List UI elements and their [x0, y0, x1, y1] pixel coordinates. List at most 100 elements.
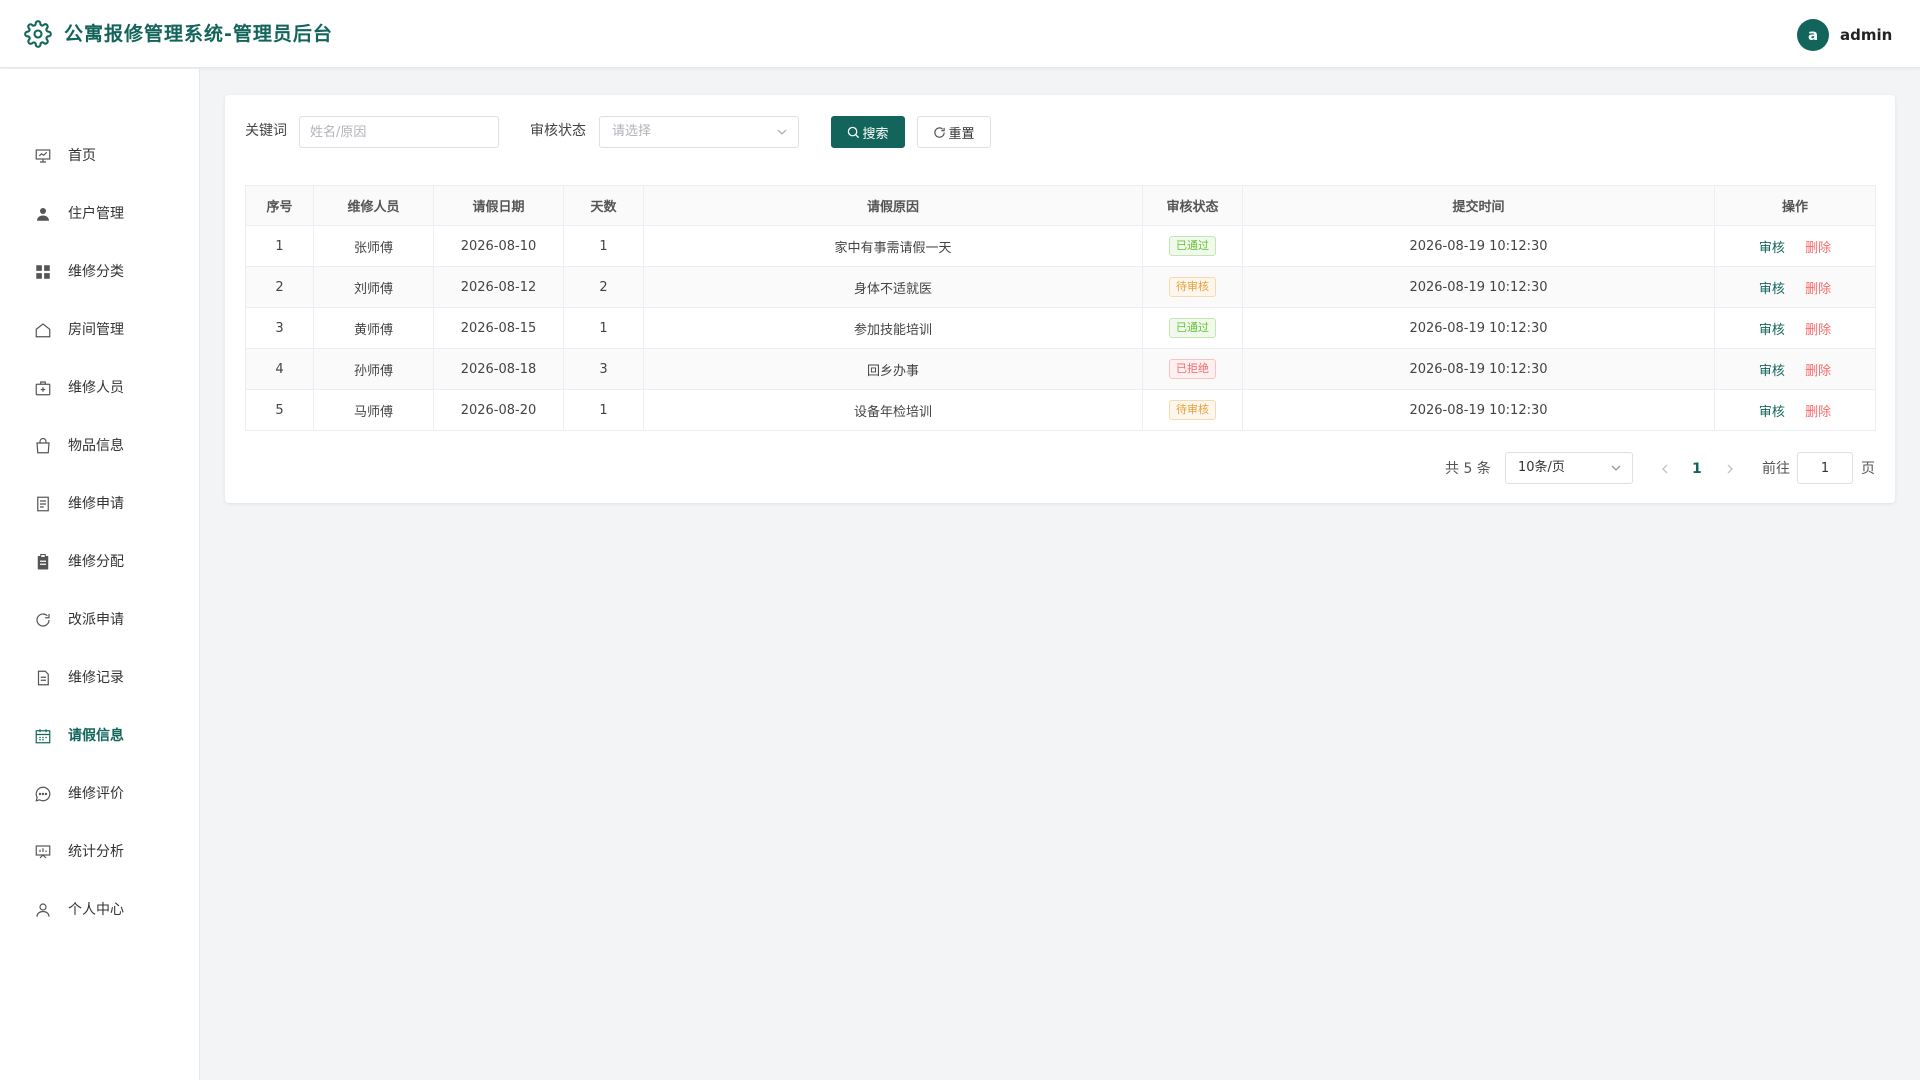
reset-button[interactable]: 重置 — [917, 116, 991, 148]
column-header: 请假原因 — [643, 185, 1143, 226]
page-suffix: 页 — [1861, 461, 1875, 477]
sidebar-item-statistics[interactable]: 统计分析 — [0, 823, 199, 881]
sidebar-item-repair-staff[interactable]: 维修人员 — [0, 359, 199, 417]
user-filled-icon — [37, 208, 49, 221]
sidebar-item-repair-records[interactable]: 维修记录 — [0, 649, 199, 707]
sidebar-item-label: 改派申请 — [68, 612, 124, 628]
cell-index: 1 — [245, 225, 314, 267]
refresh-icon — [36, 613, 50, 627]
cell-staff: 孙师傅 — [313, 348, 434, 390]
cell-days: 1 — [563, 225, 644, 267]
sidebar-item-label: 物品信息 — [68, 438, 124, 454]
sidebar-item-rooms[interactable]: 房间管理 — [0, 301, 199, 359]
audit-link[interactable]: 审核 — [1759, 241, 1785, 256]
top-bar: 公寓报修管理系统-管理员后台 a admin — [0, 0, 1920, 68]
refresh-icon — [934, 126, 946, 138]
cell-actions: 审核 删除 — [1714, 266, 1876, 308]
sidebar-item-label: 维修分配 — [68, 554, 124, 570]
table-row: 2 刘师傅 2026-08-12 2 身体不适就医 待审核 2026-08-19… — [245, 266, 1876, 308]
status-badge: 已通过 — [1169, 236, 1216, 256]
sidebar-item-reassign-request[interactable]: 改派申请 — [0, 591, 199, 649]
sidebar-item-repair-assign[interactable]: 维修分配 — [0, 533, 199, 591]
sidebar-item-residents[interactable]: 住户管理 — [0, 185, 199, 243]
keyword-input[interactable] — [299, 116, 499, 148]
cell-status: 已通过 — [1142, 225, 1243, 267]
sidebar-item-home[interactable]: 首页 — [0, 127, 199, 185]
cell-days: 3 — [563, 348, 644, 390]
chevron-right-icon[interactable] — [1723, 459, 1737, 479]
audit-link[interactable]: 审核 — [1759, 364, 1785, 379]
table-row: 3 黄师傅 2026-08-15 1 参加技能培训 已通过 2026-08-19… — [245, 307, 1876, 349]
column-header: 序号 — [245, 185, 314, 226]
cell-status: 待审核 — [1142, 266, 1243, 308]
chart-board-icon — [35, 845, 51, 859]
sidebar-item-label: 维修分类 — [68, 264, 124, 280]
delete-link[interactable]: 删除 — [1805, 241, 1831, 256]
goto-page-input[interactable] — [1797, 452, 1853, 484]
cell-index: 4 — [245, 348, 314, 390]
sidebar-item-label: 住户管理 — [68, 206, 124, 222]
leave-table: 序号 维修人员 请假日期 天数 请假原因 审核状态 提交时间 操作 1 张师傅 … — [245, 185, 1876, 431]
cell-reason: 回乡办事 — [643, 348, 1143, 390]
search-icon — [848, 126, 860, 138]
sidebar-item-repair-request[interactable]: 维修申请 — [0, 475, 199, 533]
goto-label: 前往 — [1762, 461, 1790, 477]
column-header: 操作 — [1714, 185, 1876, 226]
presentation-icon — [35, 149, 51, 163]
status-badge: 待审核 — [1169, 277, 1216, 297]
cell-staff: 马师傅 — [313, 389, 434, 431]
audit-link[interactable]: 审核 — [1759, 282, 1785, 297]
sidebar-item-label: 维修人员 — [68, 380, 124, 396]
cell-date: 2026-08-10 — [433, 225, 564, 267]
delete-link[interactable]: 删除 — [1805, 405, 1831, 420]
sidebar-item-items[interactable]: 物品信息 — [0, 417, 199, 475]
gear-icon — [24, 20, 52, 48]
chevron-left-icon[interactable] — [1658, 459, 1672, 479]
page-number-current[interactable]: 1 — [1692, 459, 1702, 479]
house-icon — [35, 323, 51, 338]
sidebar-item-label: 请假信息 — [68, 728, 124, 744]
table-row: 5 马师傅 2026-08-20 1 设备年检培训 待审核 2026-08-19… — [245, 389, 1876, 431]
chat-icon — [35, 786, 51, 802]
sidebar-item-profile[interactable]: 个人中心 — [0, 881, 199, 939]
delete-link[interactable]: 删除 — [1805, 282, 1831, 297]
leave-list-card: 关键词 审核状态 请选择 搜索 重置 序号 维修人员 请假日期 天数 请假原因 … — [225, 95, 1895, 503]
user-icon — [36, 903, 50, 917]
search-button[interactable]: 搜索 — [831, 116, 905, 148]
cell-submitted: 2026-08-19 10:12:30 — [1242, 225, 1715, 267]
app-title: 公寓报修管理系统-管理员后台 — [64, 23, 333, 45]
sidebar-item-repair-review[interactable]: 维修评价 — [0, 765, 199, 823]
avatar[interactable]: a — [1797, 19, 1829, 51]
delete-link[interactable]: 删除 — [1805, 323, 1831, 338]
cell-actions: 审核 删除 — [1714, 348, 1876, 390]
cell-actions: 审核 删除 — [1714, 389, 1876, 431]
delete-link[interactable]: 删除 — [1805, 364, 1831, 379]
cell-staff: 黄师傅 — [313, 307, 434, 349]
cell-submitted: 2026-08-19 10:12:30 — [1242, 266, 1715, 308]
cell-submitted: 2026-08-19 10:12:30 — [1242, 389, 1715, 431]
grid-icon — [36, 265, 50, 279]
page-size-select[interactable]: 10条/页 — [1505, 452, 1633, 484]
username[interactable]: admin — [1840, 24, 1892, 46]
table-row: 4 孙师傅 2026-08-18 3 回乡办事 已拒绝 2026-08-19 1… — [245, 348, 1876, 390]
sidebar-item-label: 维修申请 — [68, 496, 124, 512]
sidebar-item-repair-category[interactable]: 维修分类 — [0, 243, 199, 301]
cell-days: 1 — [563, 307, 644, 349]
calendar-icon — [35, 729, 51, 744]
status-badge: 已拒绝 — [1169, 359, 1216, 379]
sidebar-item-label: 维修记录 — [68, 670, 124, 686]
sidebar-item-leave-info[interactable]: 请假信息 — [0, 707, 199, 765]
document-icon — [37, 496, 49, 512]
audit-link[interactable]: 审核 — [1759, 405, 1785, 420]
sidebar-item-label: 个人中心 — [68, 902, 124, 918]
pagination-total: 共 5 条 — [1445, 461, 1491, 477]
table-row: 1 张师傅 2026-08-10 1 家中有事需请假一天 已通过 2026-08… — [245, 225, 1876, 267]
status-select[interactable]: 请选择 — [599, 116, 799, 148]
clipboard-icon — [37, 553, 49, 570]
cell-staff: 张师傅 — [313, 225, 434, 267]
audit-link[interactable]: 审核 — [1759, 323, 1785, 338]
shopping-bag-icon — [36, 437, 50, 454]
cell-reason: 身体不适就医 — [643, 266, 1143, 308]
status-badge: 已通过 — [1169, 318, 1216, 338]
sidebar: 首页 住户管理 维修分类 房间管理 维修人员 物品信息 维修申请 维修分配 改派… — [0, 69, 200, 1080]
